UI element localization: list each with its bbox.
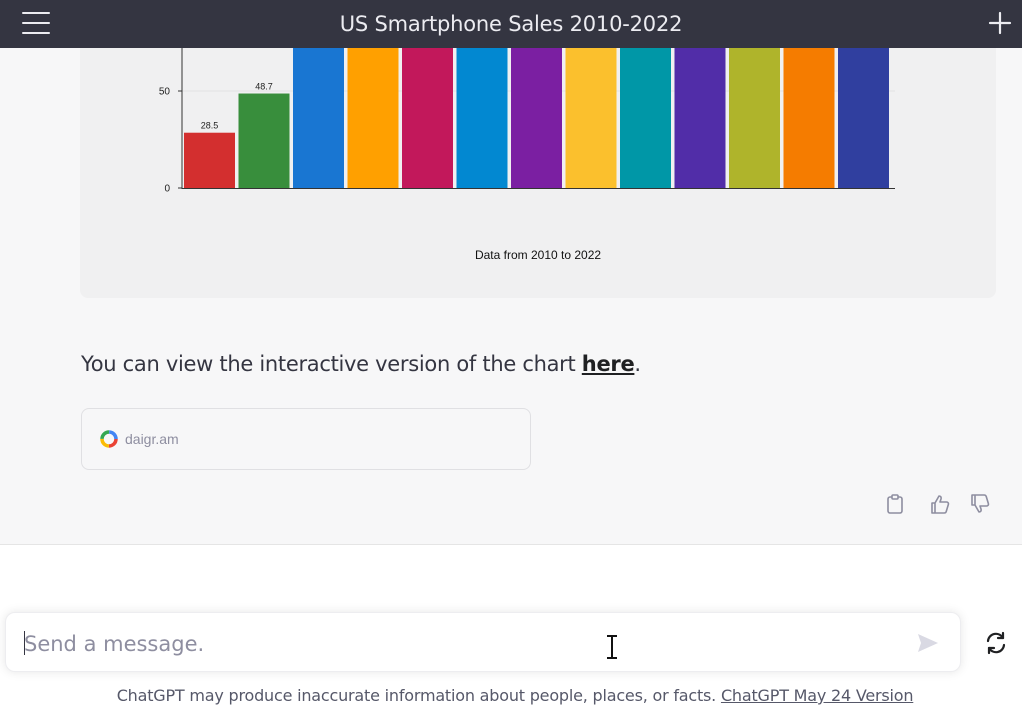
thumbs-down-icon[interactable] <box>969 493 991 515</box>
chart-bar <box>674 48 726 188</box>
disclaimer-text: ChatGPT may produce inaccurate informati… <box>116 686 721 705</box>
text-caret <box>24 631 25 655</box>
chart-bar <box>402 48 453 188</box>
daigram-logo-icon <box>100 430 118 448</box>
chart-bar <box>238 93 290 188</box>
chart-bar <box>620 48 671 188</box>
plus-icon[interactable] <box>988 11 1012 35</box>
chart-bar <box>511 48 562 188</box>
chart-card: 28.5 48.7 0 50 Data from 2010 to 2022 <box>80 48 996 298</box>
chart-bar <box>565 48 617 188</box>
regenerate-icon[interactable] <box>983 630 1009 656</box>
here-link[interactable]: here <box>582 352 635 376</box>
link-card-domain: daigr.am <box>125 431 179 447</box>
chart-bar <box>347 48 399 188</box>
chart-x-axis-label: Data from 2010 to 2022 <box>474 248 602 262</box>
message-composer <box>5 612 961 672</box>
chart-bar <box>293 48 344 188</box>
link-preview-card[interactable]: daigr.am <box>81 408 531 470</box>
message-text-end: . <box>634 352 641 376</box>
bar-value-label: 28.5 <box>201 121 219 131</box>
y-tick-label: 50 <box>159 87 171 98</box>
send-icon[interactable] <box>916 631 940 655</box>
y-tick-label: 0 <box>164 184 170 195</box>
chart-bar <box>456 48 508 188</box>
top-bar: US Smartphone Sales 2010-2022 <box>0 0 1022 48</box>
thumbs-up-icon[interactable] <box>929 493 951 515</box>
hamburger-menu-icon[interactable] <box>22 11 50 35</box>
message-text-body: You can view the interactive version of … <box>81 352 582 376</box>
chart-bar <box>184 132 235 188</box>
assistant-message: 28.5 48.7 0 50 Data from 2010 to 2022 You c… <box>0 48 1022 545</box>
version-link[interactable]: ChatGPT May 24 Version <box>721 686 914 705</box>
message-input[interactable] <box>22 627 886 661</box>
text-cursor-icon <box>607 635 617 659</box>
footer-disclaimer: ChatGPT may produce inaccurate informati… <box>0 686 1022 705</box>
chart-bar <box>838 48 889 188</box>
clipboard-icon[interactable] <box>884 493 906 515</box>
bar-value-label: 48.7 <box>255 82 273 92</box>
chart-bar <box>783 48 835 188</box>
message-text: You can view the interactive version of … <box>81 352 641 376</box>
conversation-title: US Smartphone Sales 2010-2022 <box>339 12 683 36</box>
chart-bar <box>729 48 780 188</box>
